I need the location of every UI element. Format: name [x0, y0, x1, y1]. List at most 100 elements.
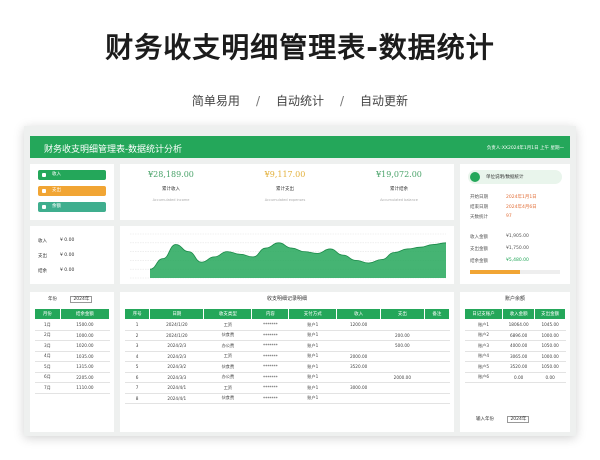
table-cell — [424, 393, 450, 404]
nav-button-expense[interactable]: 支出 — [38, 186, 106, 196]
account-row[interactable]: 账户6 0.00 0.00 — [464, 372, 566, 383]
column-header: 日记支账户 — [464, 308, 503, 320]
stat-label: 累计支出 — [276, 187, 294, 192]
app-title-bar: 财务收支明细管理表-数据统计分析 负责人:XX 2024年1月1日 上午 星期一 — [30, 136, 570, 158]
info-panel: 单位说明/数据统计 开始日期 2024年1月1日 结束日期 2024年4月6日 天数… — [460, 164, 570, 284]
detail-row[interactable]: 8 2024/4/1 伙食费 ******* 账户1 — [124, 393, 450, 404]
table-cell: 5月 — [34, 361, 61, 373]
trend-chart — [130, 233, 447, 279]
summary-income: 收入 ¥ 0.00 — [38, 238, 75, 244]
stat-label: 累计收入 — [162, 187, 180, 192]
table-cell: 2024/3/3 — [149, 372, 204, 383]
table-cell: 2205.00 — [60, 372, 110, 383]
table-cell: 7 — [124, 382, 150, 394]
account-row[interactable]: 账户1 18064.00 1045.00 — [464, 319, 566, 331]
account-title: 账户余额 — [504, 296, 525, 302]
table-cell — [424, 330, 450, 341]
account-row[interactable]: 账户2 6896.00 1000.00 — [464, 330, 566, 341]
month-row[interactable]: 1月 1500.00 — [34, 319, 110, 331]
table-cell: 伙食费 — [203, 361, 252, 373]
table-cell: 工资 — [203, 382, 252, 394]
month-row[interactable]: 5月 1315.00 — [34, 361, 110, 373]
stat-amount: ¥9,117.00 — [264, 170, 306, 179]
nav-button-balance[interactable]: 余额 — [38, 202, 106, 212]
table-cell — [336, 330, 381, 341]
table-cell — [424, 382, 450, 394]
stat-amount: ¥19,072.00 — [376, 170, 422, 179]
table-cell: 账户2 — [464, 330, 503, 341]
month-row[interactable]: 4月 1035.00 — [34, 351, 110, 362]
table-cell: 工资 — [203, 351, 252, 362]
table-cell: 伙食费 — [203, 330, 252, 341]
info-badge-label: 单位说明/数据统计 — [486, 175, 524, 180]
detail-row[interactable]: 6 2024/3/3 办公费 ******* 账户1 2000.00 — [124, 372, 450, 383]
year-value: 2024年 — [70, 296, 93, 303]
user-label: 负责人:XX — [486, 146, 508, 151]
table-cell: 2024/3/2 — [149, 361, 204, 373]
account-table: 日记支账户 收入金额 支出金额 账户1 18064.00 1045.00 账户2 6896.… — [464, 308, 566, 383]
account-row[interactable]: 账户4 3065.00 1000.00 — [464, 351, 566, 362]
summary-panel: 收入 ¥ 0.00 支出 ¥ 0.00 结余 ¥ 0.00 — [30, 226, 114, 284]
table-cell: 500.00 — [380, 340, 425, 352]
table-cell — [336, 393, 381, 404]
table-cell: 账户1 — [288, 361, 337, 373]
month-row[interactable]: 2月 1000.00 — [34, 330, 110, 341]
table-cell: 6896.00 — [502, 330, 535, 341]
detail-row[interactable]: 3 2024/2/3 办公费 ******* 账户1 500.00 — [124, 340, 450, 352]
month-row[interactable]: 7月 1110.00 — [34, 382, 110, 394]
year-selector[interactable]: 年份 2024年 — [48, 296, 93, 303]
table-cell: 1110.00 — [60, 382, 110, 394]
table-cell: 3520.00 — [336, 361, 381, 373]
table-cell: 工资 — [203, 319, 252, 331]
table-cell: 6 — [124, 372, 150, 383]
nav-button-income[interactable]: 收入 — [38, 170, 106, 180]
table-cell: 1050.00 — [534, 361, 566, 373]
table-cell: 1000.00 — [60, 330, 110, 341]
stat-note: Accumulated balance — [380, 198, 418, 202]
table-cell: 2 — [124, 330, 150, 341]
month-row[interactable]: 3月 1020.00 — [34, 340, 110, 352]
table-cell: 账户1 — [464, 319, 503, 331]
table-cell: 1020.00 — [60, 340, 110, 352]
table-cell: 账户1 — [288, 372, 337, 383]
table-cell: 4 — [124, 351, 150, 362]
stat-expense: ¥9,117.00 累计支出 Accumulated expenses — [240, 170, 330, 202]
table-cell: 2024/2/3 — [149, 351, 204, 362]
table-cell: 2024/1/20 — [149, 330, 204, 341]
summary-expense: 支出 ¥ 0.00 — [38, 253, 75, 259]
table-cell: 4000.00 — [502, 340, 535, 352]
table-cell — [424, 351, 450, 362]
column-header: 支付方式 — [288, 308, 338, 320]
table-cell: 账户1 — [288, 351, 337, 362]
hero-tag: 简单易用 — [191, 94, 240, 108]
table-cell: ******* — [251, 361, 289, 373]
balance-header: 结余金额 — [59, 308, 111, 320]
table-cell: 2024/1/20 — [149, 319, 204, 331]
table-cell: 1000.00 — [534, 351, 566, 362]
table-cell: 3 — [124, 340, 150, 352]
column-header: 支出金额 — [534, 308, 566, 320]
area-fill — [150, 242, 446, 278]
detail-row[interactable]: 5 2024/3/2 伙食费 ******* 账户1 3520.00 — [124, 361, 450, 373]
detail-row[interactable]: 4 2024/2/3 工资 ******* 账户1 2000.00 — [124, 351, 450, 362]
table-cell: 账户1 — [288, 393, 337, 404]
detail-row[interactable]: 7 2024/4/1 工资 ******* 账户1 3000.00 — [124, 382, 450, 394]
detail-row[interactable]: 2 2024/1/20 伙食费 ******* 账户1 200.00 — [124, 330, 450, 341]
account-year-selector[interactable]: 输入年份 2024年 — [476, 416, 530, 423]
column-header: 收入 — [336, 308, 381, 320]
progress-bar — [470, 270, 560, 274]
account-row[interactable]: 账户5 3520.00 1050.00 — [464, 361, 566, 373]
table-cell: 7月 — [34, 382, 61, 394]
table-cell — [380, 361, 425, 373]
expense-icon — [42, 189, 46, 193]
detail-row[interactable]: 1 2024/1/20 工资 ******* 账户1 1200.00 — [124, 319, 450, 331]
table-cell: 18064.00 — [502, 319, 535, 331]
year-label: 年份 — [48, 297, 57, 302]
account-row[interactable]: 账户3 4000.00 1050.00 — [464, 340, 566, 352]
month-row[interactable]: 6月 2205.00 — [34, 372, 110, 383]
table-cell: 账户3 — [464, 340, 503, 352]
hero-tag: 自动更新 — [360, 94, 409, 108]
column-header: 支出 — [379, 308, 425, 320]
table-cell: 账户1 — [288, 340, 337, 352]
table-cell — [380, 382, 425, 394]
